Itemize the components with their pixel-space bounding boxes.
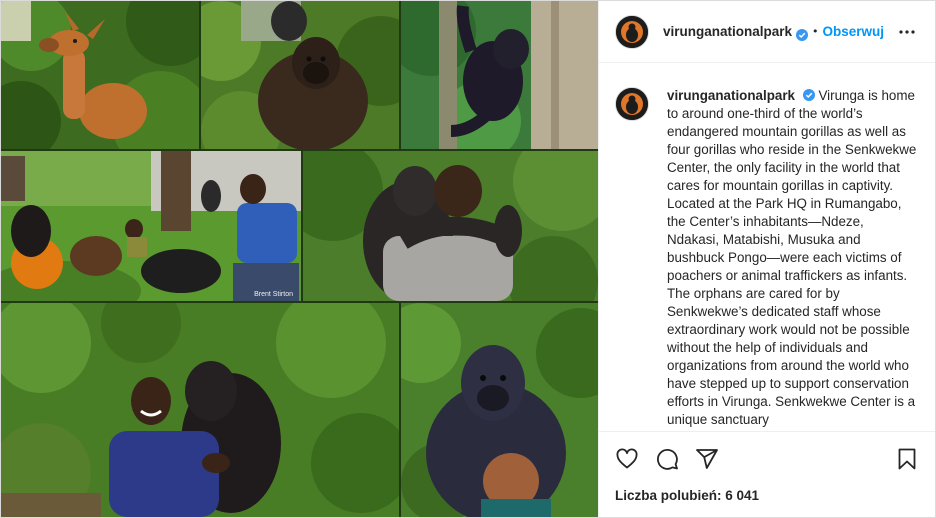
post-image-collage[interactable]: Brent Stirton [1,1,598,517]
photo-gorilla-on-caretaker [401,303,598,517]
comment-icon[interactable] [655,447,679,471]
caption-text-block: virunganationalpark Virunga is home to a… [667,87,919,431]
photo-caretaker-smiling-with-gorilla [1,303,399,517]
header-username[interactable]: virunganationalpark [663,24,792,39]
caption-username[interactable]: virunganationalpark [667,88,795,103]
photo-credit: Brent Stirton [254,291,293,298]
follow-button[interactable]: Obserwuj [823,24,885,39]
photo-bushbuck [1,1,199,149]
caption-text: Virunga is home to around one-third of t… [667,88,917,427]
caption-area: virunganationalpark Virunga is home to a… [599,63,935,431]
share-icon[interactable] [695,447,719,471]
caption-avatar[interactable] [615,87,649,121]
photo-caretakers-with-gorillas: Brent Stirton [1,151,301,301]
photo-caretaker-hugging-gorilla [303,151,598,301]
post-actions-section: Liczba polubień: 6 041 [599,431,935,517]
instagram-post: Brent Stirton virunganationalpark • Obse… [0,0,936,518]
separator-dot: • [812,25,819,38]
post-header: virunganationalpark • Obserwuj [599,1,935,63]
heart-icon[interactable] [615,447,639,471]
action-bar [615,432,919,486]
caption-verified-badge-icon [802,88,815,101]
photo-gorilla-sitting [201,1,399,149]
bookmark-icon[interactable] [895,447,919,471]
likes-count[interactable]: Liczba polubień: 6 041 [615,488,919,503]
verified-badge-icon [796,26,809,41]
avatar[interactable] [615,14,649,49]
post-side-panel: virunganationalpark • Obserwuj virungana [598,1,935,517]
more-options-icon[interactable] [895,20,919,44]
photo-gorilla-climbing [401,1,598,149]
